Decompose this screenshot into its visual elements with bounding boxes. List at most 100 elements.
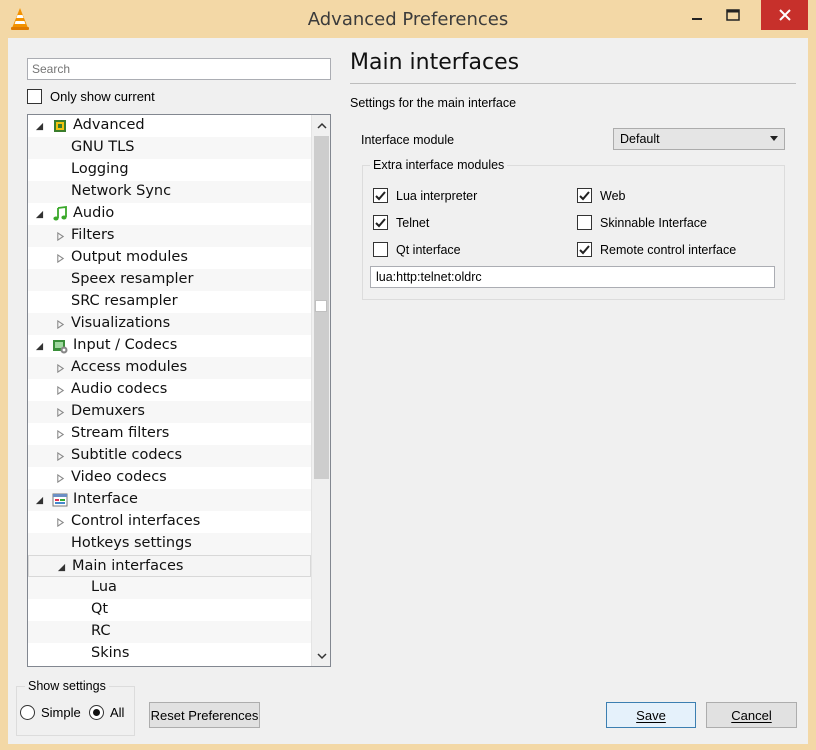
tree-collapse-arrow-icon[interactable] [55,253,65,263]
checkbox-box[interactable] [27,89,42,104]
tree-item[interactable]: GNU TLS [28,137,311,159]
show-settings-group: Show settings Simple All [16,679,135,736]
checkbox-box[interactable] [373,188,388,203]
tree-item[interactable]: Logging [28,159,311,181]
minimize-button[interactable] [680,0,714,30]
checkbox-box[interactable] [577,188,592,203]
tree-scrollbar[interactable] [311,115,330,666]
page-subtitle: Settings for the main interface [350,96,517,110]
tree-collapse-arrow-icon[interactable] [55,517,65,527]
scroll-down-button[interactable] [315,650,328,663]
radio-all[interactable]: All [89,705,124,720]
advanced-preferences-window: Advanced Preferences Only show current A… [0,0,816,750]
tree-item[interactable]: Input / Codecs [28,335,311,357]
tree-item-label: Input / Codecs [73,337,178,353]
web-checkbox[interactable]: Web [577,188,625,203]
tree-item[interactable]: Speex resampler [28,269,311,291]
preferences-tree[interactable]: Advanced GNU TLS Logging Network Sync Audio F… [27,114,331,667]
checkmark-icon [375,218,386,228]
radio-simple-label: Simple [41,705,81,720]
tree-item[interactable]: RC [28,621,311,643]
tree-item-label: Stream filters [71,425,170,441]
tree-collapse-arrow-icon[interactable] [55,451,65,461]
tree-collapse-arrow-icon[interactable] [55,429,65,439]
tree-item[interactable]: Qt [28,599,311,621]
chip-icon [52,118,68,134]
tree-expand-arrow-icon[interactable] [56,562,66,572]
scroll-up-button[interactable] [315,119,328,132]
tree-item[interactable]: Output modules [28,247,311,269]
tree-collapse-arrow-icon[interactable] [55,319,65,329]
only-show-current-checkbox[interactable]: Only show current [27,89,155,104]
maximize-button[interactable] [716,0,750,30]
title-divider [350,83,796,84]
telnet-label: Telnet [396,215,430,230]
tree-item-label: Main interfaces [72,558,184,574]
tree-item[interactable]: Audio [28,203,311,225]
tree-collapse-arrow-icon[interactable] [55,407,65,417]
tree-item-label: RC [91,623,111,639]
tree-item[interactable]: Control interfaces [28,511,311,533]
tree-item-label: Demuxers [71,403,145,419]
tree-item[interactable]: Skins [28,643,311,665]
tree-item[interactable]: Subtitle codecs [28,445,311,467]
tree-item[interactable]: Advanced [28,115,311,137]
tree-item[interactable]: Interface [28,489,311,511]
tree-expand-arrow-icon[interactable] [34,341,44,351]
radio-simple-circle[interactable] [20,705,35,720]
cancel-button[interactable]: Cancel [706,702,797,728]
tree-item[interactable]: Demuxers [28,401,311,423]
tree-item[interactable]: Network Sync [28,181,311,203]
tree-collapse-arrow-icon[interactable] [55,473,65,483]
title-bar[interactable]: Advanced Preferences [0,0,816,38]
checkbox-box[interactable] [373,215,388,230]
tree-item[interactable]: Lua [28,577,311,599]
tree-collapse-arrow-icon[interactable] [55,363,65,373]
save-button[interactable]: Save [606,702,696,728]
tree-item[interactable]: SRC resampler [28,291,311,313]
interface-icon [52,492,68,508]
tree-item-label: Video codecs [71,469,167,485]
tree-item-label: Subtitle codecs [71,447,183,463]
tree-item-label: Advanced [73,117,145,133]
tree-item-label: Hotkeys settings [71,535,192,551]
close-button[interactable] [761,0,808,30]
radio-simple[interactable]: Simple [20,705,81,720]
tree-expand-arrow-icon[interactable] [34,209,44,219]
tree-item-label: Audio [73,205,115,221]
tree-collapse-arrow-icon[interactable] [55,231,65,241]
remote-control-interface-checkbox[interactable]: Remote control interface [577,242,736,257]
tree-item-label: Lua [91,579,117,595]
tree-item-label: SRC resampler [71,293,178,309]
checkbox-box[interactable] [577,242,592,257]
tree-item[interactable]: Access modules [28,357,311,379]
extra-modules-input[interactable] [370,266,775,288]
tree-item[interactable]: Main interfaces [28,555,311,577]
tree-item[interactable]: Hotkeys settings [28,533,311,555]
tree-item[interactable]: Audio codecs [28,379,311,401]
tree-item-label: Output modules [71,249,188,265]
checkbox-box[interactable] [373,242,388,257]
tree-item-label: Visualizations [71,315,171,331]
tree-item[interactable]: Stream filters [28,423,311,445]
reset-preferences-button[interactable]: Reset Preferences [149,702,260,728]
show-settings-legend: Show settings [25,679,109,693]
tree-item[interactable]: Filters [28,225,311,247]
interface-module-select[interactable]: Default [613,128,785,150]
chevron-up-icon [316,122,327,129]
qt-interface-checkbox[interactable]: Qt interface [373,242,461,257]
lua-interpreter-checkbox[interactable]: Lua interpreter [373,188,477,203]
tree-expand-arrow-icon[interactable] [34,121,44,131]
telnet-checkbox[interactable]: Telnet [373,215,429,230]
remote-control-interface-label: Remote control interface [600,242,737,257]
tree-collapse-arrow-icon[interactable] [55,385,65,395]
tree-item[interactable]: Video codecs [28,467,311,489]
tree-item-label: Skins [91,645,130,661]
search-input[interactable] [27,58,331,80]
tree-item[interactable]: Visualizations [28,313,311,335]
tree-item-label: Logging [71,161,129,177]
radio-all-circle[interactable] [89,705,104,720]
skinnable-interface-checkbox[interactable]: Skinnable Interface [577,215,707,230]
tree-expand-arrow-icon[interactable] [34,495,44,505]
checkbox-box[interactable] [577,215,592,230]
